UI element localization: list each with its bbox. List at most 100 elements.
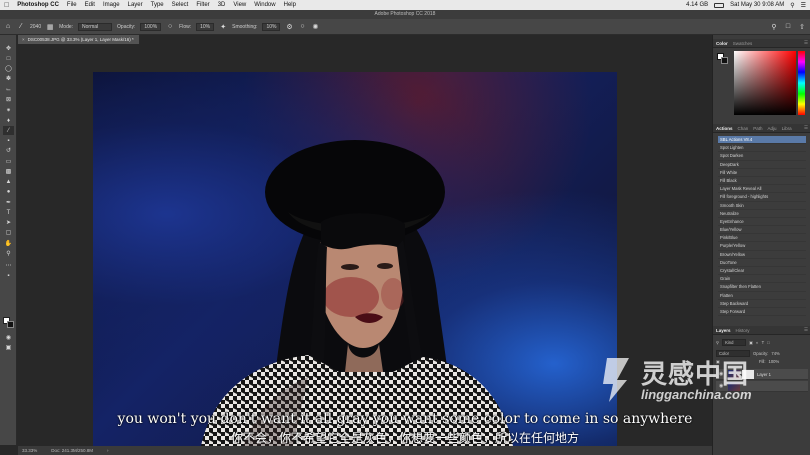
apple-menu-icon[interactable]:  xyxy=(4,2,9,9)
quick-select-tool-icon[interactable]: ✽ xyxy=(3,74,14,83)
rectangle-tool-icon[interactable]: ▢ xyxy=(3,228,14,237)
filter-shape-icon[interactable]: □ xyxy=(767,340,770,345)
menu-3d[interactable]: 3D xyxy=(218,2,226,8)
color-panel-background-swatch[interactable] xyxy=(721,57,728,64)
gradient-tool-icon[interactable]: ▩ xyxy=(3,167,14,176)
airbrush-icon[interactable]: ✦ xyxy=(219,23,227,31)
opacity-field[interactable]: 100% xyxy=(140,22,162,31)
action-item[interactable]: Brown/Yellow xyxy=(718,251,806,259)
tab-libraries[interactable]: Libra xyxy=(782,126,792,131)
move-tool-icon[interactable]: ✥ xyxy=(3,44,14,53)
tab-channels[interactable]: Chan xyxy=(738,126,749,131)
document-info[interactable]: Doc: 241.3M/250.8M xyxy=(51,448,93,453)
action-item[interactable]: Purple/Yellow xyxy=(718,242,806,251)
frame-tool-icon[interactable]: ⊠ xyxy=(3,95,14,104)
menu-image[interactable]: Image xyxy=(103,2,120,8)
menu-filter[interactable]: Filter xyxy=(196,2,209,8)
action-item[interactable]: Spot Darken xyxy=(718,152,806,161)
more-tools-icon[interactable]: ⋯ xyxy=(3,261,14,270)
action-item[interactable]: Fill foreground - highlights xyxy=(718,193,806,202)
menu-window[interactable]: Window xyxy=(254,2,275,8)
action-item[interactable]: SBL Actions V8.4 xyxy=(718,136,806,145)
path-select-tool-icon[interactable]: ➤ xyxy=(3,218,14,227)
panel-menu-icon[interactable]: ☰ xyxy=(804,327,808,333)
type-tool-icon[interactable]: T xyxy=(3,208,14,217)
flow-field[interactable]: 10% xyxy=(196,22,215,31)
crop-tool-icon[interactable]: ⌙ xyxy=(3,85,14,94)
filter-adjustment-icon[interactable]: ◐ xyxy=(756,340,759,345)
action-item[interactable]: Neutralize xyxy=(718,210,806,218)
hand-tool-icon[interactable]: ✋ xyxy=(3,239,14,248)
action-item[interactable]: Fill White xyxy=(718,169,806,177)
menu-view[interactable]: View xyxy=(233,2,246,8)
brush-tool-icon[interactable]: ⁄ xyxy=(3,126,14,135)
document-image[interactable] xyxy=(93,72,617,446)
share-icon[interactable]: ⇧ xyxy=(798,23,806,31)
pressure-size-icon[interactable]: ○ xyxy=(298,23,306,31)
document-tab[interactable]: × DSC00538.JPG @ 33.3% (Layer 1, Layer Ma… xyxy=(18,35,140,44)
symmetry-icon[interactable]: ✺ xyxy=(311,23,319,31)
panel-menu-icon[interactable]: ☰ xyxy=(804,125,808,131)
tab-actions[interactable]: Actions xyxy=(716,126,733,131)
kind-filter-select[interactable]: Kind xyxy=(722,339,747,346)
battery-icon[interactable] xyxy=(714,2,725,8)
action-item[interactable]: Fill Black xyxy=(718,177,806,186)
clock[interactable]: Sat May 30 9:08 AM xyxy=(730,2,784,8)
smoothing-field[interactable]: 10% xyxy=(262,22,281,31)
workspace-icon[interactable]: □ xyxy=(784,23,792,31)
close-icon[interactable]: × xyxy=(22,35,25,44)
menu-edit[interactable]: Edit xyxy=(85,2,95,8)
smoothing-options-gear-icon[interactable]: ⚙ xyxy=(285,23,293,31)
healing-brush-icon[interactable]: ♦ xyxy=(3,116,14,125)
background-color-swatch[interactable] xyxy=(7,321,14,328)
action-item[interactable]: Layer Mask Reveal All xyxy=(718,185,806,194)
pen-tool-icon[interactable]: ✒ xyxy=(3,198,14,207)
filter-type-icon[interactable]: T xyxy=(762,340,765,345)
eyedropper-tool-icon[interactable]: ⁕ xyxy=(3,106,14,115)
action-item[interactable]: Crystal/Clear xyxy=(718,267,806,276)
tab-history[interactable]: History xyxy=(736,328,750,333)
history-brush-icon[interactable]: ↺ xyxy=(3,146,14,155)
quick-mask-icon[interactable]: ◉ xyxy=(3,333,14,342)
clone-stamp-icon[interactable]: ▪ xyxy=(3,136,14,145)
default-colors-icon[interactable]: ▪ xyxy=(3,271,14,280)
action-item[interactable]: Spot Lighten xyxy=(718,144,806,153)
action-item[interactable]: Smooth Skin xyxy=(718,202,806,210)
search-icon[interactable]: ⚲ xyxy=(790,2,794,9)
action-item[interactable]: Grain xyxy=(718,275,806,284)
tab-swatches[interactable]: Swatches xyxy=(733,41,753,46)
panel-menu-icon[interactable]: ☰ xyxy=(804,40,808,46)
dodge-tool-icon[interactable]: ● xyxy=(3,187,14,196)
tab-paths[interactable]: Path xyxy=(753,126,762,131)
search-icon[interactable]: ⚲ xyxy=(770,23,778,31)
action-item[interactable]: Step Backward xyxy=(718,300,806,308)
tab-color[interactable]: Color xyxy=(716,41,728,46)
screen-mode-icon[interactable]: ▣ xyxy=(3,343,14,352)
action-item[interactable]: Blue/Yellow xyxy=(718,226,806,235)
chevron-right-icon[interactable]: › xyxy=(107,448,109,453)
filter-pixel-icon[interactable]: ▣ xyxy=(749,340,753,345)
zoom-level[interactable]: 33.33% xyxy=(22,448,37,453)
action-item[interactable]: Flatten xyxy=(718,292,806,300)
zoom-tool-icon[interactable]: ⚲ xyxy=(3,249,14,258)
action-item[interactable]: DeepDark xyxy=(718,161,806,169)
marquee-tool-icon[interactable]: □ xyxy=(3,54,14,63)
pressure-opacity-icon[interactable]: ○ xyxy=(166,23,174,31)
menu-help[interactable]: Help xyxy=(284,2,296,8)
action-item[interactable]: EyeEnhance xyxy=(718,218,806,227)
menu-layer[interactable]: Layer xyxy=(128,2,143,8)
brush-tool-preset-icon[interactable]: ⁄ xyxy=(17,23,25,31)
tab-layers[interactable]: Layers xyxy=(716,328,731,333)
menu-select[interactable]: Select xyxy=(172,2,189,8)
blur-tool-icon[interactable]: ▲ xyxy=(3,177,14,186)
menu-type[interactable]: Type xyxy=(151,2,164,8)
action-item[interactable]: DuoTone xyxy=(718,259,806,267)
app-menu[interactable]: Photoshop CC xyxy=(17,2,59,8)
lasso-tool-icon[interactable]: ◯ xyxy=(3,64,14,73)
brush-size-value[interactable]: 2040 xyxy=(30,24,41,30)
menu-list-icon[interactable]: ☰ xyxy=(801,2,806,9)
hue-slider[interactable] xyxy=(798,51,805,115)
action-item[interactable]: Pink/Blue xyxy=(718,234,806,243)
tab-adjustments[interactable]: Adju xyxy=(768,126,777,131)
home-icon[interactable]: ⌂ xyxy=(4,23,12,31)
